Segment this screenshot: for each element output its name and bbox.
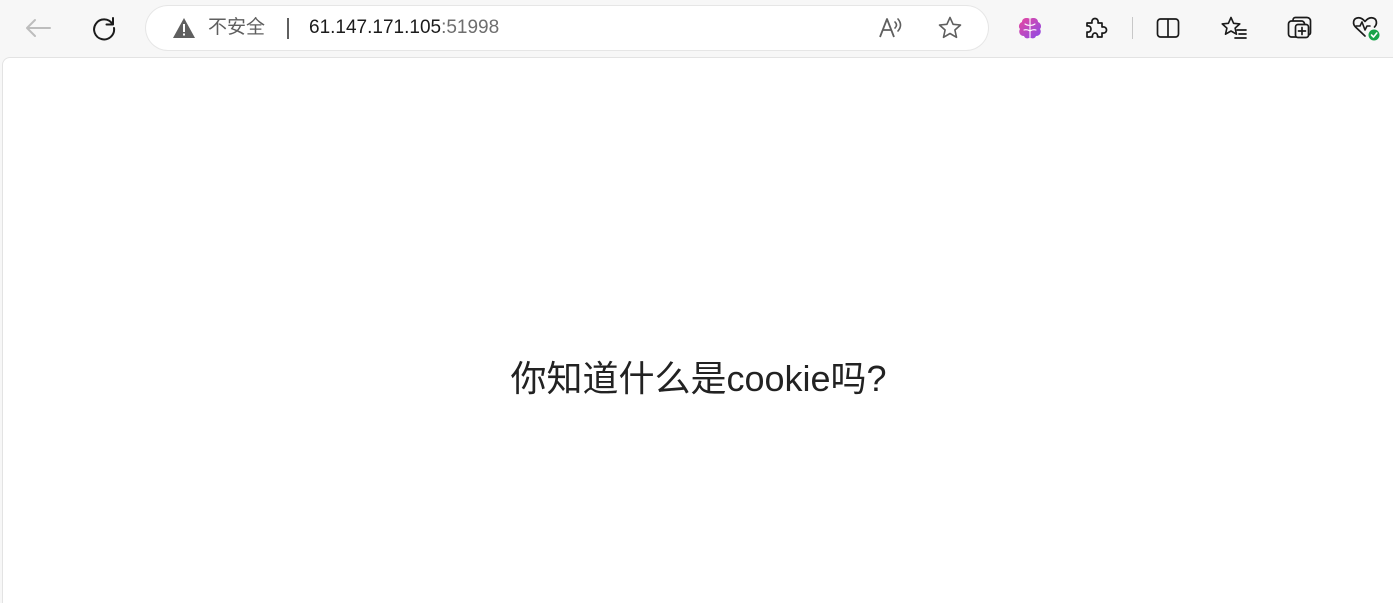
url-field[interactable]: 61.147.171.105:51998	[309, 6, 499, 50]
heartbeat-icon	[1352, 16, 1380, 41]
security-status-label[interactable]: 不安全	[208, 6, 265, 50]
address-separator	[287, 18, 289, 39]
toolbar-divider	[1132, 17, 1133, 39]
performance-button[interactable]	[1348, 10, 1384, 46]
url-port[interactable]: :51998	[441, 17, 499, 38]
extensions-button[interactable]	[1078, 10, 1114, 46]
favorites-button[interactable]	[1216, 10, 1252, 46]
favorites-list-icon	[1221, 16, 1247, 39]
read-aloud-icon	[879, 18, 902, 38]
brain-icon	[1018, 18, 1042, 39]
split-screen-button[interactable]	[1150, 10, 1186, 46]
back-button[interactable]	[20, 10, 56, 46]
page-viewport: 你知道什么是cookie吗?	[2, 57, 1393, 603]
arrow-left-icon	[26, 19, 51, 37]
address-bar[interactable]: 不安全 61.147.171.105:51998	[146, 6, 988, 50]
warning-triangle-icon[interactable]	[172, 17, 196, 39]
read-aloud-button[interactable]	[875, 12, 907, 44]
collections-icon	[1287, 16, 1312, 39]
star-icon	[938, 16, 962, 39]
split-screen-icon	[1156, 18, 1180, 38]
page-message: 你知道什么是cookie吗?	[510, 358, 887, 399]
collections-button[interactable]	[1282, 10, 1318, 46]
url-host[interactable]: 61.147.171.105	[309, 17, 441, 38]
brain-extension-button[interactable]	[1012, 10, 1048, 46]
browser-toolbar: 不安全 61.147.171.105:51998	[0, 0, 1393, 57]
add-favorite-button[interactable]	[934, 12, 966, 44]
refresh-icon	[93, 17, 116, 41]
refresh-button[interactable]	[86, 10, 122, 46]
puzzle-icon	[1086, 17, 1108, 38]
